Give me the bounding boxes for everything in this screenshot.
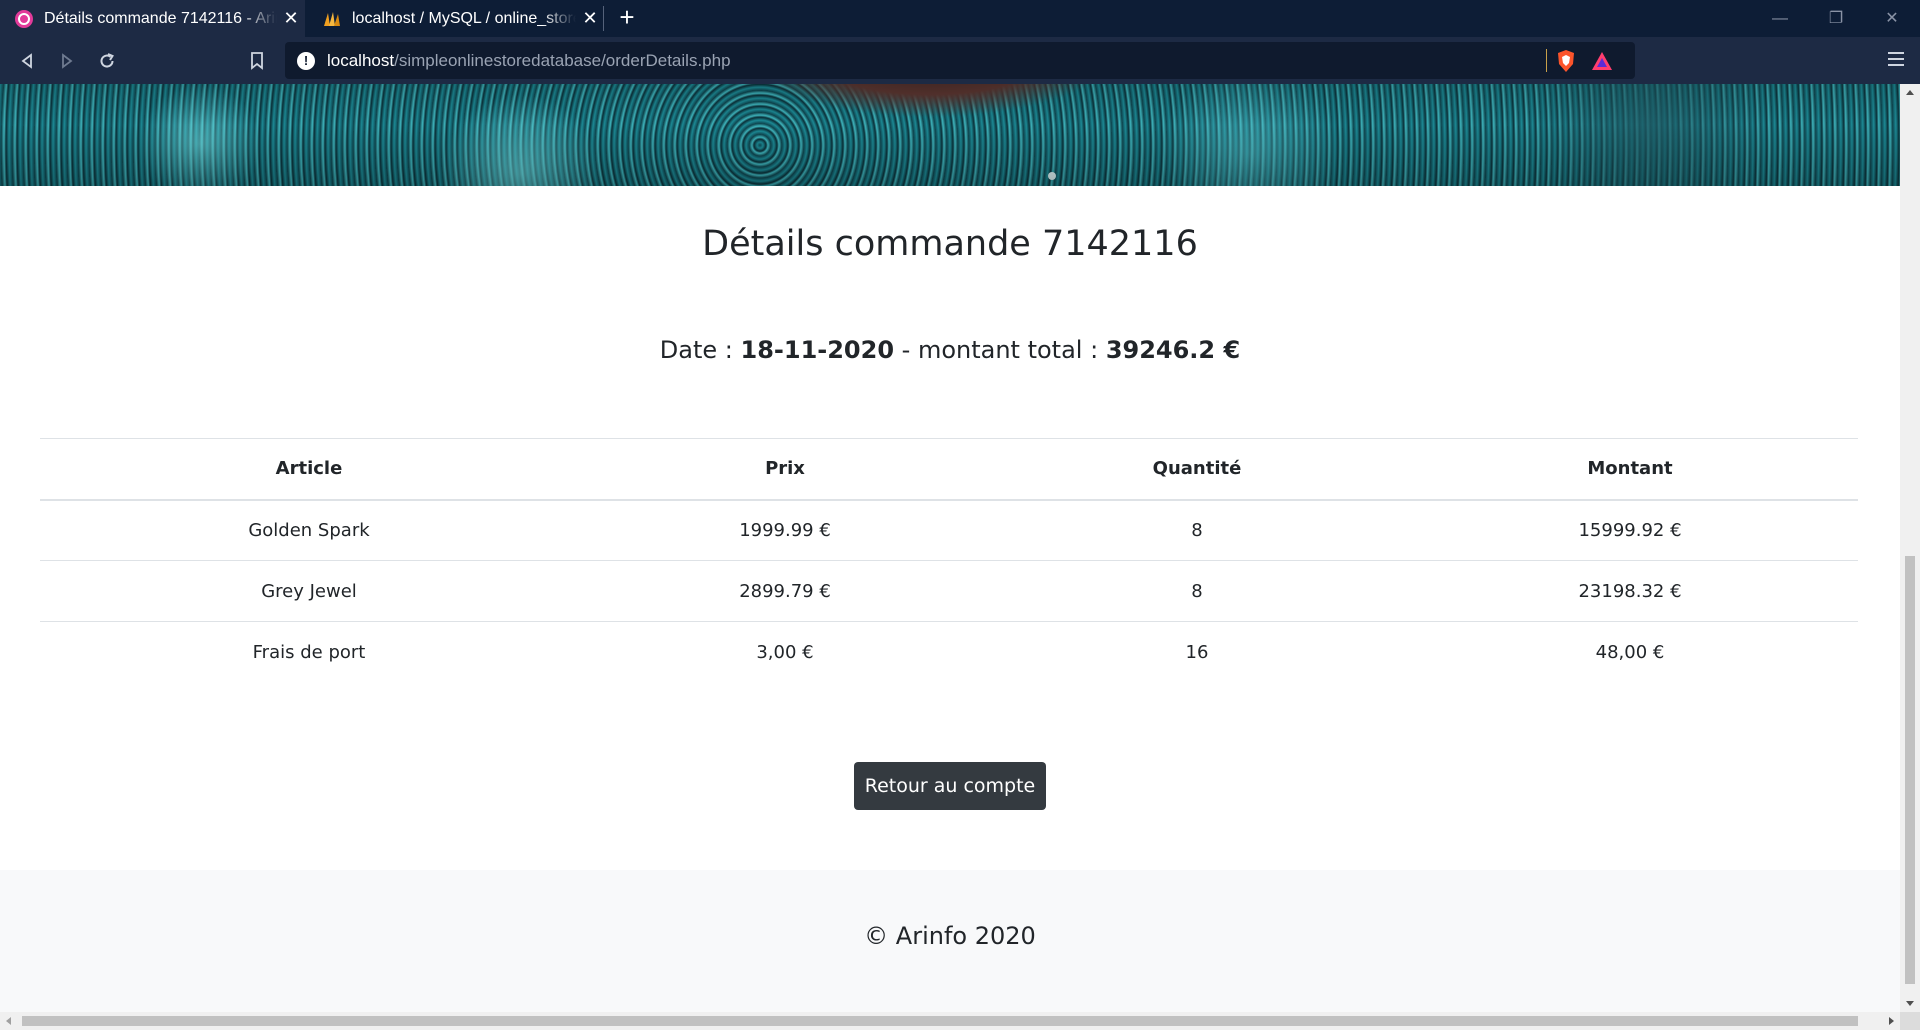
cell-montant: 15999.92 € [1402,499,1858,561]
url-divider [1546,49,1547,72]
tab-divider [603,6,604,31]
carousel-indicator[interactable] [1048,172,1056,180]
cell-montant: 23198.32 € [1402,560,1858,622]
cell-prix: 3,00 € [756,641,814,663]
scroll-up-icon[interactable] [1906,90,1914,95]
brave-rewards-icon[interactable] [1591,50,1613,72]
window-close-icon[interactable]: ✕ [1864,0,1920,37]
date-label: Date : [659,336,741,364]
cell-article: Frais de port [252,641,366,663]
brave-shields-icon[interactable] [1555,49,1577,73]
hero-banner-image [0,84,1900,186]
order-items-table: Article Prix Quantité Montant Golden Spa… [40,438,1858,683]
total-label: - montant total : [894,336,1106,364]
tab-title: Détails commande 7142116 - Arinfo [44,9,277,27]
new-tab-button[interactable]: + [614,0,640,37]
header-montant: Montant [1402,438,1858,501]
reload-icon[interactable] [92,46,122,76]
cell-quantite: 8 [992,499,1402,561]
cell-quantite: 16 [1185,641,1209,663]
bookmark-icon[interactable] [242,46,272,76]
tab-phpmyadmin[interactable]: localhost / MySQL / online_store / ✕ [308,0,604,37]
tab-order-details[interactable]: Détails commande 7142116 - Arinfo ✕ [0,0,305,37]
page-footer: © Arinfo 2020 [0,870,1900,1012]
site-info-icon[interactable]: ! [297,51,315,70]
tab-title: localhost / MySQL / online_store / [352,9,576,27]
order-summary: Date : 18-11-2020 - montant total : 3924… [0,336,1900,364]
header-prix: Prix [578,438,992,501]
url-path: /simpleonlinestoredatabase/orderDetails.… [394,50,731,70]
forward-icon[interactable] [52,46,82,76]
header-quantite: Quantité [992,438,1402,501]
scroll-right-icon[interactable] [1889,1017,1894,1025]
tab-bar: Détails commande 7142116 - Arinfo ✕ loca… [0,0,1920,37]
cell-prix: 2899.79 € [578,560,992,622]
table-row: Golden Spark 1999.99 € 8 15999.92 € [40,499,1858,561]
minimize-icon[interactable]: — [1752,0,1808,37]
order-total: 39246.2 € [1105,336,1241,364]
back-to-account-button[interactable]: Retour au compte [854,762,1046,810]
table-row: Grey Jewel 2899.79 € 8 23198.32 € [40,560,1858,622]
scroll-left-icon[interactable] [6,1017,11,1025]
copyright-text: © Arinfo 2020 [864,922,1036,950]
vertical-scrollbar[interactable] [1900,84,1920,1012]
restore-icon[interactable]: ❐ [1808,0,1864,37]
table-row: Frais de port 3,00 € 16 48,00 € [40,622,1858,683]
page-title: Détails commande 7142116 [702,224,1198,264]
browser-toolbar: ! localhost/simpleonlinestoredatabase/or… [0,37,1920,84]
back-icon[interactable] [12,46,42,76]
cell-quantite: 8 [992,560,1402,622]
site-favicon-icon [15,9,33,28]
close-icon[interactable]: ✕ [277,8,305,29]
page-viewport: Détails commande 7142116 Date : 18-11-20… [0,84,1900,1012]
close-icon[interactable]: ✕ [576,8,604,29]
table-header-row: Article Prix Quantité Montant [40,438,1858,501]
menu-icon[interactable] [1884,47,1908,71]
url-host: localhost [327,50,395,70]
vertical-scroll-thumb[interactable] [1905,556,1915,984]
cell-article: Grey Jewel [40,560,578,622]
horizontal-scroll-thumb[interactable] [22,1016,1858,1026]
scroll-down-icon[interactable] [1906,1001,1914,1006]
order-date: 18-11-2020 [740,336,895,364]
cell-montant: 48,00 € [1595,641,1665,663]
cell-article: Golden Spark [40,499,578,561]
phpmyadmin-favicon-icon [324,11,340,26]
cell-prix: 1999.99 € [578,499,992,561]
scrollbar-corner [1900,1012,1920,1030]
horizontal-scrollbar[interactable] [0,1012,1900,1030]
address-bar[interactable]: ! localhost/simpleonlinestoredatabase/or… [285,42,1635,79]
header-article: Article [40,438,578,501]
